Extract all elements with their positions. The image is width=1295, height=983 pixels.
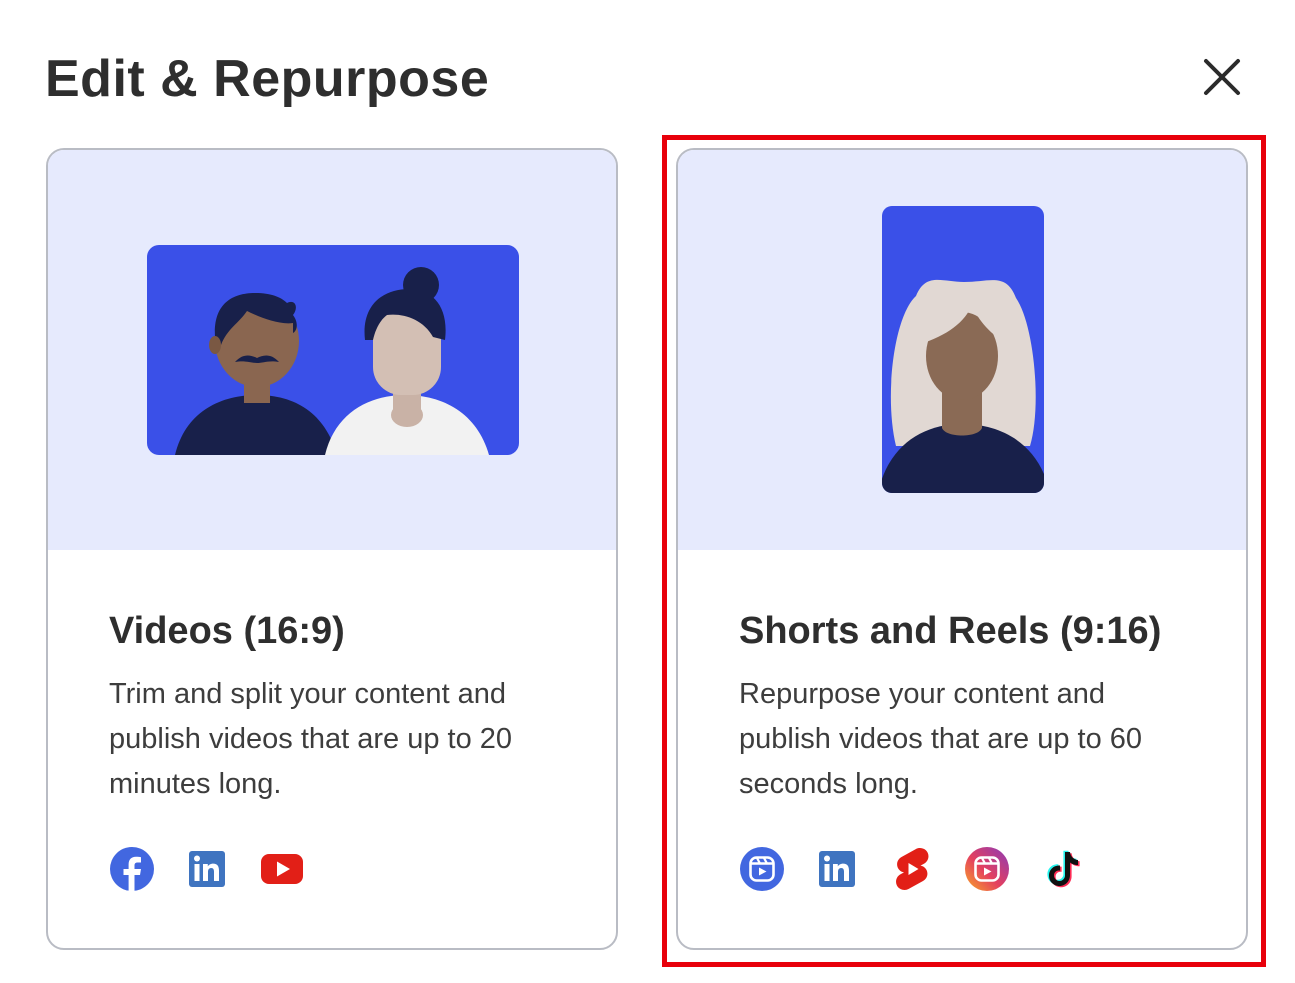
edit-repurpose-dialog: Edit & Repurpose Videos (16:9) Trim and … (0, 0, 1295, 983)
videos-card-title: Videos (16:9) (109, 610, 345, 652)
facebook-icon (110, 847, 154, 891)
videos-platform-icons (109, 846, 334, 892)
shorts-reels-card-title: Shorts and Reels (9:16) (739, 610, 1162, 652)
facebook-reels-icon (740, 847, 784, 891)
videos-card-description: Trim and split your content and publish … (109, 678, 513, 800)
videos-illustration (48, 150, 616, 550)
portrait-video-illustration (882, 206, 1044, 493)
shorts-reels-card-description: Repurpose your content and publish video… (739, 678, 1143, 800)
linkedin-icon (819, 851, 855, 887)
youtube-shorts-icon (896, 848, 929, 890)
close-icon[interactable] (1200, 55, 1244, 99)
youtube-icon (261, 854, 303, 884)
shorts-reels-platform-icons (739, 846, 1114, 892)
shorts-reels-illustration (678, 150, 1246, 550)
landscape-video-illustration (147, 245, 519, 455)
shorts-reels-option-card[interactable]: Shorts and Reels (9:16) Repurpose your c… (676, 148, 1248, 950)
linkedin-icon (189, 851, 225, 887)
videos-option-card[interactable]: Videos (16:9) Trim and split your conten… (46, 148, 618, 950)
dialog-title: Edit & Repurpose (45, 50, 490, 108)
tiktok-icon (1047, 850, 1080, 888)
instagram-reels-icon (965, 847, 1009, 891)
